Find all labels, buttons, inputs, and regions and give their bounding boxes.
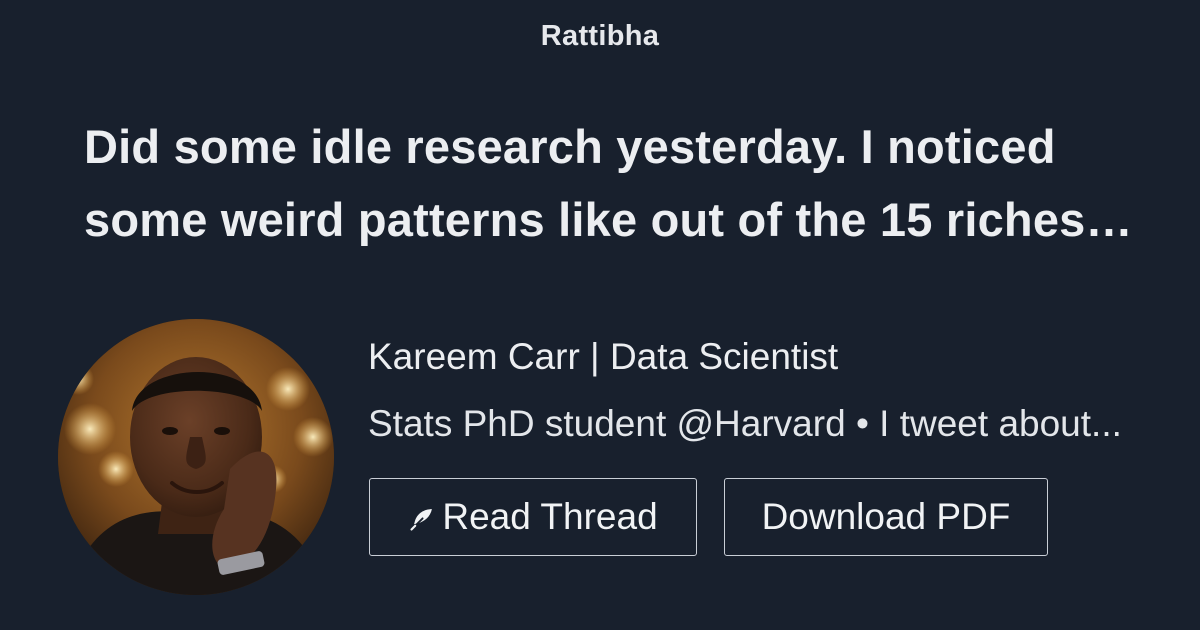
download-pdf-button[interactable]: Download PDF — [724, 478, 1048, 556]
brand-title: Rattibha — [540, 20, 660, 52]
author-avatar — [58, 319, 334, 595]
feather-icon — [408, 505, 436, 533]
read-thread-button[interactable]: Read Thread — [369, 478, 697, 556]
thread-headline: Did some idle research yesterday. I noti… — [84, 120, 1133, 246]
author-name: Kareem Carr | Data Scientist — [368, 336, 839, 377]
read-thread-label: Read Thread — [442, 496, 658, 537]
author-bio: Stats PhD student @Harvard • I tweet abo… — [368, 403, 1122, 444]
download-pdf-label: Download PDF — [761, 496, 1011, 537]
